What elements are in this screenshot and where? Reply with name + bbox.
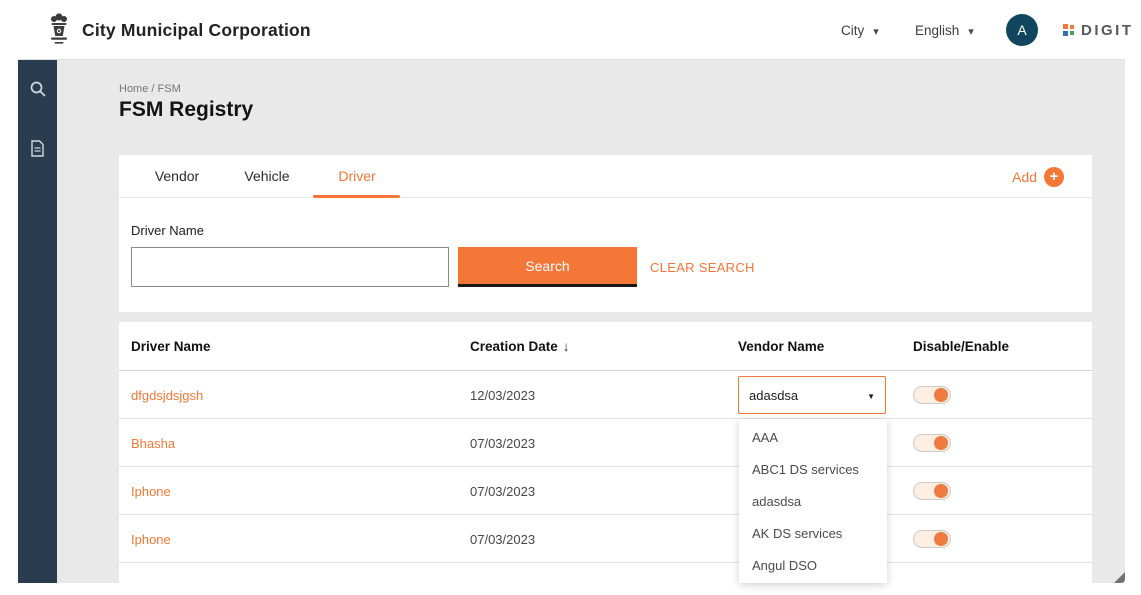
chevron-down-icon — [867, 386, 875, 404]
user-avatar[interactable]: A — [1006, 14, 1038, 46]
sidebar-document-button[interactable] — [18, 140, 57, 157]
vendor-select-value: adasdsa — [749, 388, 798, 403]
tab-vehicle-label: Vehicle — [244, 168, 289, 184]
chevron-down-icon — [968, 23, 974, 38]
column-label: Driver Name — [131, 339, 211, 354]
enable-toggle[interactable] — [913, 482, 951, 500]
language-selector-label: English — [915, 23, 959, 38]
driver-name-link[interactable]: Bhasha — [131, 419, 175, 467]
search-icon — [29, 80, 47, 98]
table-row: Iphone 07/03/2023 — [119, 467, 1092, 515]
column-label: Disable/Enable — [913, 339, 1009, 354]
dropdown-option[interactable]: AAA — [739, 421, 887, 453]
app-window: City Municipal Corporation City English … — [0, 0, 1141, 595]
vendor-dropdown-menu: AAA ABC1 DS services adasdsa AK DS servi… — [739, 419, 887, 583]
enable-toggle[interactable] — [913, 386, 951, 404]
add-button[interactable]: Add — [1012, 155, 1064, 198]
tab-vendor-label: Vendor — [155, 168, 199, 184]
results-table-card: Driver Name Creation Date ↓ Vendor Name … — [119, 322, 1092, 583]
toggle-knob — [934, 484, 948, 498]
plus-circle-icon — [1044, 167, 1064, 187]
search-button[interactable]: Search — [458, 247, 637, 287]
document-icon — [30, 140, 45, 157]
search-card: Vendor Vehicle Driver Add Driver Name Se… — [119, 155, 1092, 312]
sort-descending-icon[interactable]: ↓ — [563, 339, 570, 354]
table-row: Bhasha 07/03/2023 — [119, 419, 1092, 467]
digit-brand-logo: DIGIT — [1063, 0, 1134, 60]
national-emblem-icon — [46, 12, 72, 48]
column-header-creation-date[interactable]: Creation Date ↓ — [470, 322, 570, 371]
driver-name-link[interactable]: Iphone — [131, 467, 171, 515]
enable-toggle[interactable] — [913, 434, 951, 452]
driver-name-link[interactable]: Iphone — [131, 515, 171, 563]
table-header-row: Driver Name Creation Date ↓ Vendor Name … — [119, 322, 1092, 371]
brand-name: DIGIT — [1081, 22, 1134, 39]
top-header: City Municipal Corporation City English … — [18, 0, 1125, 60]
left-sidebar — [18, 60, 57, 583]
tab-vendor[interactable]: Vendor — [132, 155, 222, 197]
tab-driver[interactable]: Driver — [312, 155, 402, 197]
creation-date-cell: 07/03/2023 — [470, 467, 535, 515]
table-row: dfgdsjdsjgsh 12/03/2023 adasdsa — [119, 371, 1092, 419]
column-header-disable-enable[interactable]: Disable/Enable — [913, 322, 1009, 371]
tab-driver-label: Driver — [338, 168, 375, 184]
avatar-initial: A — [1017, 22, 1026, 38]
column-header-driver-name[interactable]: Driver Name — [131, 322, 211, 371]
add-button-label: Add — [1012, 169, 1037, 185]
driver-name-link[interactable]: dfgdsjdsjgsh — [131, 371, 203, 419]
sidebar-search-button[interactable] — [18, 80, 57, 98]
toggle-knob — [934, 436, 948, 450]
toggle-knob — [934, 532, 948, 546]
vendor-select[interactable]: adasdsa — [738, 376, 886, 414]
digit-logo-icon — [1063, 24, 1076, 37]
dropdown-option[interactable]: Angul DSO — [739, 549, 887, 581]
creation-date-cell: 12/03/2023 — [470, 371, 535, 419]
city-selector-label: City — [841, 23, 864, 38]
dropdown-option[interactable]: AK DS services — [739, 517, 887, 549]
registry-tabs: Vendor Vehicle Driver Add — [119, 155, 1092, 198]
breadcrumb[interactable]: Home / FSM — [119, 83, 181, 95]
column-header-vendor-name[interactable]: Vendor Name — [738, 322, 824, 371]
language-selector[interactable]: English — [915, 0, 974, 60]
tab-vehicle[interactable]: Vehicle — [222, 155, 312, 197]
column-label: Creation Date — [470, 339, 558, 354]
clear-search-button[interactable]: CLEAR SEARCH — [650, 247, 755, 287]
table-row: Iphone 07/03/2023 — [119, 515, 1092, 563]
app-title: City Municipal Corporation — [82, 0, 311, 60]
toggle-knob — [934, 388, 948, 402]
dropdown-option[interactable]: adasdsa — [739, 485, 887, 517]
enable-toggle[interactable] — [913, 530, 951, 548]
column-label: Vendor Name — [738, 339, 824, 354]
dropdown-option[interactable]: ABC1 DS services — [739, 453, 887, 485]
creation-date-cell: 07/03/2023 — [470, 515, 535, 563]
driver-name-input[interactable] — [131, 247, 449, 287]
page-title: FSM Registry — [119, 98, 253, 122]
city-selector[interactable]: City — [841, 0, 879, 60]
creation-date-cell: 07/03/2023 — [470, 419, 535, 467]
driver-name-field-label: Driver Name — [131, 223, 204, 238]
chevron-down-icon — [873, 23, 879, 38]
